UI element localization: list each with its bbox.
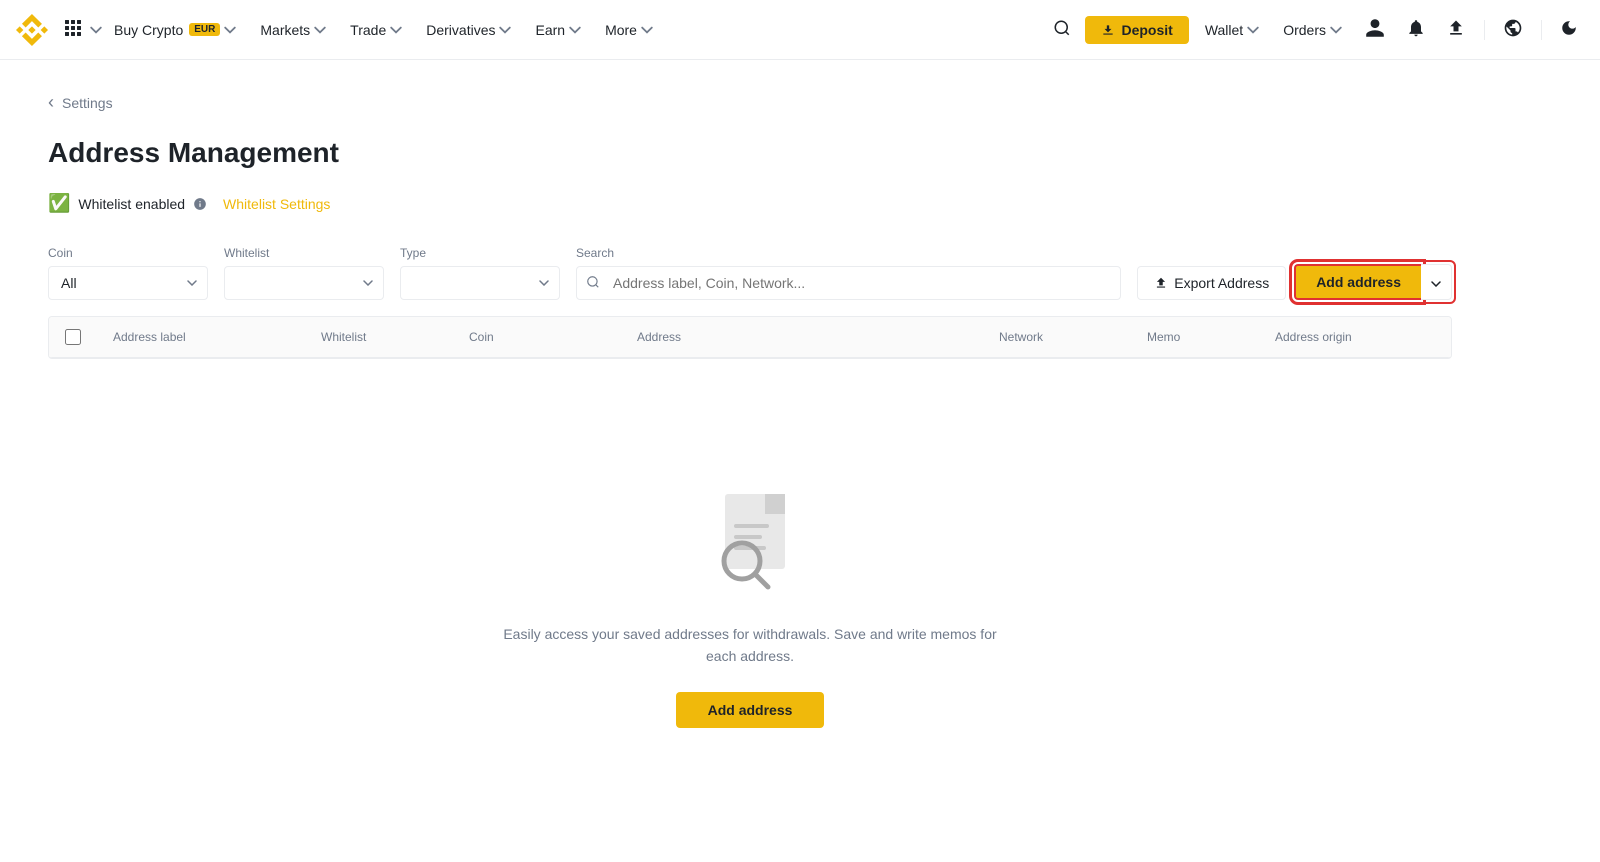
actions-right: Export Address Add address	[1137, 264, 1452, 300]
dark-mode-button[interactable]	[1554, 15, 1584, 44]
th-address: Address	[637, 329, 991, 345]
table-header: Address label Whitelist Coin Address Net…	[49, 317, 1451, 358]
coin-filter-select[interactable]: All	[48, 266, 208, 300]
orders-nav[interactable]: Orders	[1275, 22, 1350, 38]
search-icon	[1053, 19, 1071, 37]
search-input-icon	[586, 275, 600, 292]
notifications-button[interactable]	[1400, 14, 1432, 45]
search-input[interactable]	[576, 266, 1121, 300]
coin-filter-label: Coin	[48, 246, 208, 260]
empty-icon	[690, 479, 810, 599]
export-icon	[1154, 276, 1168, 290]
wallet-nav[interactable]: Wallet	[1197, 22, 1267, 38]
nav-item-markets[interactable]: Markets	[248, 0, 338, 60]
add-address-highlight-wrap: Add address	[1294, 264, 1452, 300]
add-address-main-button[interactable]: Add address	[676, 692, 825, 728]
th-coin: Coin	[469, 329, 629, 345]
profile-button[interactable]	[1358, 13, 1392, 46]
th-address-origin: Address origin	[1275, 329, 1435, 345]
whitelist-filter-label: Whitelist	[224, 246, 384, 260]
export-address-button[interactable]: Export Address	[1137, 266, 1286, 300]
navbar: Buy Crypto EUR Markets Trade Derivatives…	[0, 0, 1600, 60]
bell-icon	[1406, 18, 1426, 38]
empty-state-description: Easily access your saved addresses for w…	[500, 623, 1000, 668]
buy-crypto-chevron-icon	[224, 24, 236, 36]
select-all-checkbox[interactable]	[65, 329, 81, 345]
th-address-label: Address label	[113, 329, 313, 345]
search-input-wrap	[576, 266, 1121, 300]
add-address-dropdown-icon	[1431, 281, 1441, 287]
language-button[interactable]	[1497, 14, 1529, 45]
address-table: Address label Whitelist Coin Address Net…	[48, 316, 1452, 359]
type-filter-select[interactable]	[400, 266, 560, 300]
nav-divider-2	[1541, 20, 1542, 40]
grid-icon	[64, 19, 82, 37]
more-chevron-icon	[641, 24, 653, 36]
moon-icon	[1560, 19, 1578, 37]
deposit-icon	[1101, 23, 1115, 37]
upload-button[interactable]	[1440, 14, 1472, 45]
wallet-chevron-icon	[1247, 24, 1259, 36]
th-whitelist: Whitelist	[321, 329, 461, 345]
coin-filter-group: Coin All	[48, 246, 208, 300]
nav-right: Deposit Wallet Orders	[1047, 13, 1584, 46]
nav-item-buy-crypto[interactable]: Buy Crypto EUR	[102, 0, 248, 60]
type-filter-group: Type	[400, 246, 560, 300]
page-title: Address Management	[48, 137, 1452, 169]
earn-chevron-icon	[569, 24, 581, 36]
filters-row: Coin All Whitelist Type Search	[48, 246, 1452, 300]
whitelist-filter-select[interactable]	[224, 266, 384, 300]
info-icon[interactable]	[193, 197, 207, 211]
search-label: Search	[576, 246, 1121, 260]
nav-items: Buy Crypto EUR Markets Trade Derivatives…	[102, 0, 1047, 60]
nav-item-trade[interactable]: Trade	[338, 0, 414, 60]
type-filter-label: Type	[400, 246, 560, 260]
whitelist-check-icon: ✅	[48, 193, 70, 214]
nav-item-more[interactable]: More	[593, 0, 665, 60]
globe-icon	[1503, 18, 1523, 38]
whitelist-status: ✅ Whitelist enabled Whitelist Settings	[48, 193, 1452, 214]
empty-state-illustration	[690, 479, 810, 599]
whitelist-filter-group: Whitelist	[224, 246, 384, 300]
th-checkbox	[65, 329, 105, 345]
whitelist-settings-link[interactable]: Whitelist Settings	[223, 196, 330, 212]
back-arrow-icon: ‹	[48, 92, 54, 113]
search-field-icon	[586, 275, 600, 289]
orders-chevron-icon	[1330, 24, 1342, 36]
th-memo: Memo	[1147, 329, 1267, 345]
breadcrumb[interactable]: ‹ Settings	[48, 92, 1452, 113]
logo[interactable]	[16, 14, 48, 46]
derivatives-chevron-icon	[499, 24, 511, 36]
empty-state: Easily access your saved addresses for w…	[48, 399, 1452, 808]
add-address-dropdown-button[interactable]	[1421, 264, 1452, 300]
trade-chevron-icon	[390, 24, 402, 36]
profile-icon	[1364, 17, 1386, 39]
search-group: Search	[576, 246, 1121, 300]
th-network: Network	[999, 329, 1139, 345]
whitelist-status-text: Whitelist enabled	[78, 196, 185, 212]
nav-item-earn[interactable]: Earn	[523, 0, 593, 60]
upload-icon	[1446, 18, 1466, 38]
binance-logo-icon	[16, 14, 48, 46]
markets-chevron-icon	[314, 24, 326, 36]
add-address-button[interactable]: Add address	[1294, 264, 1421, 300]
nav-divider	[1484, 20, 1485, 40]
search-button[interactable]	[1047, 13, 1077, 46]
deposit-button[interactable]: Deposit	[1085, 16, 1188, 44]
grid-chevron-icon	[90, 24, 102, 36]
grid-menu-button[interactable]	[60, 15, 86, 44]
main-content: ‹ Settings Address Management ✅ Whitelis…	[0, 60, 1500, 840]
nav-item-derivatives[interactable]: Derivatives	[414, 0, 523, 60]
